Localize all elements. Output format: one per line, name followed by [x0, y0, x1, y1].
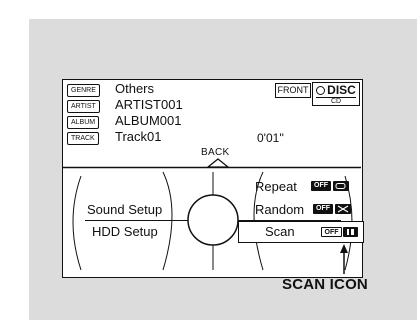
audio-display-screen: GENRE Others ARTIST ARTIST001 ALBUM ALBU… — [62, 79, 364, 278]
random-off-badge: OFF — [313, 204, 333, 214]
scan-icon-callout: SCAN ICON — [282, 276, 368, 293]
sound-setup-item[interactable]: Sound Setup — [87, 202, 162, 217]
repeat-item[interactable]: Repeat — [255, 179, 297, 194]
repeat-icon — [333, 181, 349, 191]
random-item[interactable]: Random — [255, 202, 304, 217]
random-icon — [335, 204, 351, 214]
hdd-setup-item[interactable]: HDD Setup — [92, 224, 158, 239]
scan-icon — [343, 227, 358, 237]
scan-label: Scan — [265, 224, 295, 239]
menu-frame — [63, 166, 361, 271]
scan-item[interactable]: Scan OFF — [238, 221, 364, 243]
repeat-off-badge: OFF — [311, 181, 331, 191]
scan-off-badge: OFF — [321, 227, 342, 237]
